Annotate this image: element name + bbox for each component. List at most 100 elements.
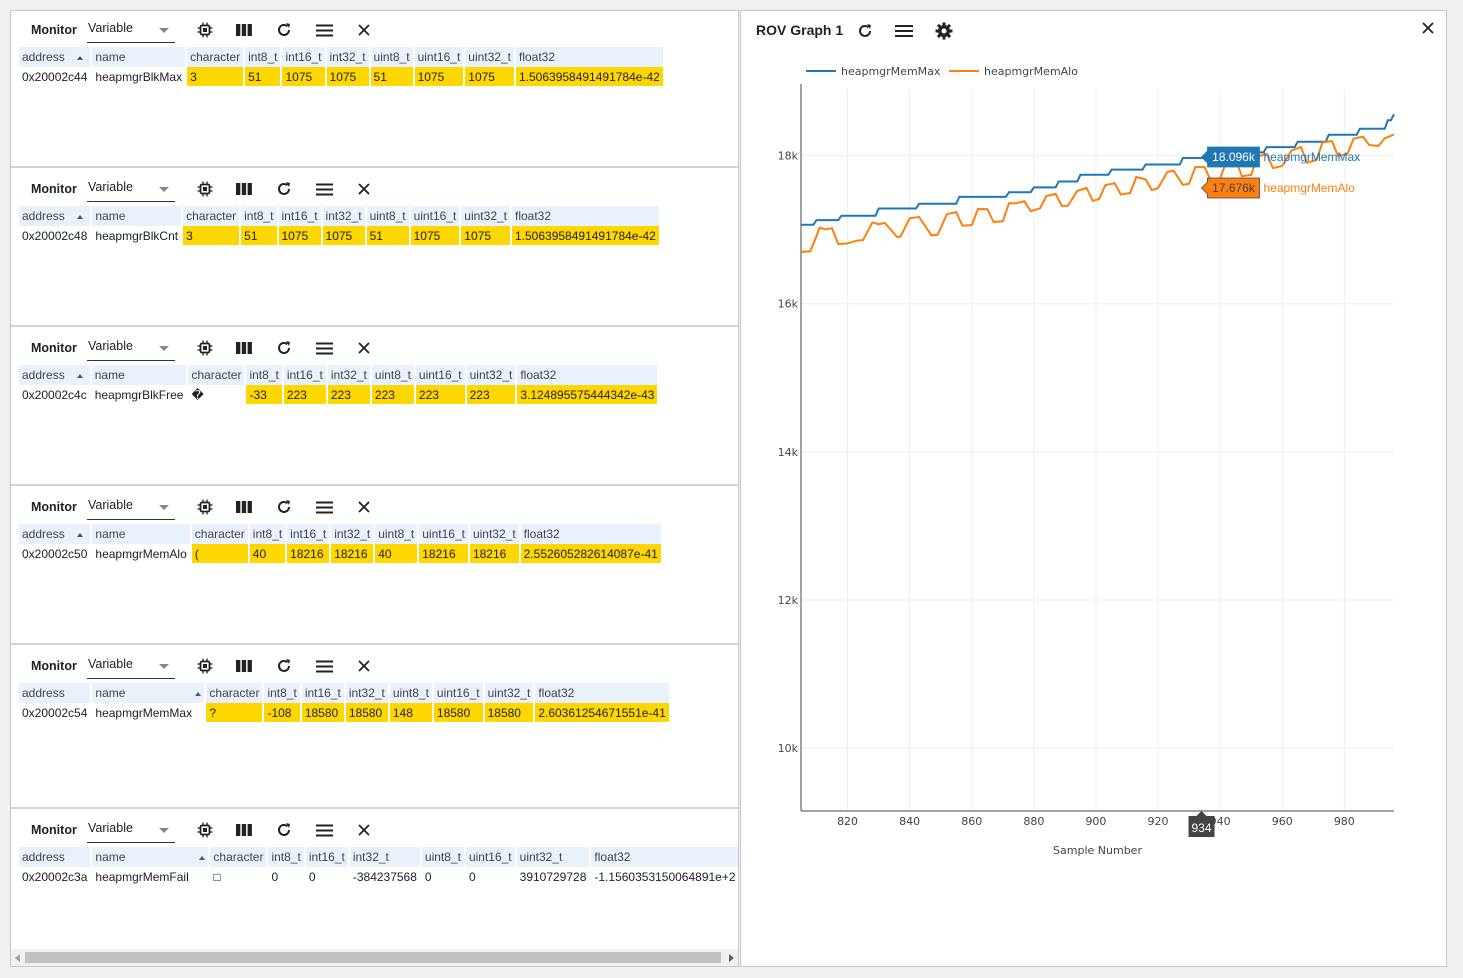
column-header-int8-t[interactable]: int8_t <box>249 524 286 544</box>
columns-button[interactable] <box>233 337 255 359</box>
close-button[interactable] <box>353 819 375 841</box>
column-header-uint16-t[interactable]: uint16_t <box>433 683 483 703</box>
scroll-left-arrow[interactable] <box>15 954 20 962</box>
close-button[interactable] <box>353 19 375 41</box>
view-select[interactable]: Variable <box>87 337 175 361</box>
column-header-int16-t[interactable]: int16_t <box>283 365 326 385</box>
refresh-button[interactable] <box>273 655 295 677</box>
menu-button[interactable] <box>313 819 335 841</box>
table-row[interactable]: 0x20002c54 heapmgrMemMax? -108 18580 18580 14… <box>19 703 669 722</box>
column-header-uint8-t[interactable]: uint8_t <box>421 847 464 867</box>
line-chart[interactable]: 820 840 860 880 900 920 940 960 98010k12k14k16k1… <box>741 11 1448 968</box>
column-header-uint32-t[interactable]: uint32_t <box>516 847 590 867</box>
column-header-int32-t[interactable]: int32_t <box>349 847 420 867</box>
refresh-button[interactable] <box>273 337 295 359</box>
column-header-uint16-t[interactable]: uint16_t <box>410 206 460 226</box>
column-header-name[interactable]: name <box>92 683 205 703</box>
column-header-character[interactable]: character <box>206 683 263 703</box>
menu-button[interactable] <box>313 496 335 518</box>
scroll-right-arrow[interactable] <box>729 954 734 962</box>
column-header-int8-t[interactable]: int8_t <box>245 47 281 67</box>
view-select[interactable]: Variable <box>87 496 175 520</box>
view-select[interactable]: Variable <box>87 819 175 843</box>
table-row[interactable]: 0x20002c44 heapmgrBlkMax 3 51 1075 1075 51 1075… <box>19 67 663 86</box>
table-row[interactable]: 0x20002c50 heapmgrMemAlo(40 18216 18216 40 18… <box>19 544 661 563</box>
column-header-address[interactable]: address <box>19 524 91 544</box>
scrollbar-thumb[interactable] <box>25 952 721 963</box>
column-header-address[interactable]: address <box>19 847 91 867</box>
column-header-int32-t[interactable]: int32_t <box>345 683 388 703</box>
columns-button[interactable] <box>233 178 255 200</box>
column-header-name[interactable]: name <box>92 47 186 67</box>
column-header-int8-t[interactable]: int8_t <box>264 683 300 703</box>
refresh-button[interactable] <box>273 496 295 518</box>
column-header-float32[interactable]: float32 <box>520 524 661 544</box>
column-header-address[interactable]: address <box>19 683 91 703</box>
close-button[interactable] <box>353 655 375 677</box>
refresh-button[interactable] <box>273 19 295 41</box>
column-header-character[interactable]: character <box>191 524 248 544</box>
legend-label[interactable]: heapmgrMemMax <box>841 65 941 78</box>
column-header-uint32-t[interactable]: uint32_t <box>469 524 519 544</box>
legend-label[interactable]: heapmgrMemAlo <box>984 65 1078 78</box>
column-header-int32-t[interactable]: int32_t <box>331 524 374 544</box>
chip-button[interactable] <box>194 178 216 200</box>
column-header-uint8-t[interactable]: uint8_t <box>366 206 409 226</box>
column-header-uint16-t[interactable]: uint16_t <box>415 365 465 385</box>
column-header-name[interactable]: name <box>92 524 190 544</box>
columns-button[interactable] <box>233 819 255 841</box>
series-line-heapmgrMemMax[interactable] <box>801 113 1395 226</box>
column-header-int16-t[interactable]: int16_t <box>301 683 344 703</box>
column-header-float32[interactable]: float32 <box>515 47 663 67</box>
column-header-uint16-t[interactable]: uint16_t <box>465 847 515 867</box>
view-select[interactable]: Variable <box>87 178 175 202</box>
column-header-address[interactable]: address <box>19 206 91 226</box>
column-header-float32[interactable]: float32 <box>535 683 669 703</box>
column-header-int16-t[interactable]: int16_t <box>287 524 330 544</box>
column-header-int16-t[interactable]: int16_t <box>282 47 325 67</box>
columns-button[interactable] <box>233 655 255 677</box>
horizontal-scrollbar[interactable] <box>11 949 738 966</box>
chip-button[interactable] <box>194 19 216 41</box>
column-header-uint8-t[interactable]: uint8_t <box>371 365 414 385</box>
column-header-uint16-t[interactable]: uint16_t <box>419 524 468 544</box>
refresh-button[interactable] <box>273 178 295 200</box>
menu-button[interactable] <box>313 337 335 359</box>
table-row[interactable]: 0x20002c48 heapmgrBlkCnt 3 51 1075 1075 51 1075… <box>19 226 659 245</box>
column-header-uint32-t[interactable]: uint32_t <box>466 365 516 385</box>
column-header-float32[interactable]: float32 <box>512 206 659 226</box>
table-row[interactable]: 0x20002c4c heapmgrBlkFree � -33 223 223 223 223… <box>19 385 658 404</box>
column-header-character[interactable]: character <box>188 365 245 385</box>
column-header-name[interactable]: name <box>92 847 209 867</box>
view-select[interactable]: Variable <box>87 655 175 679</box>
table-row[interactable]: 0x20002c3a heapmgrMemFail □ 0 0 -384237568 0 0 3… <box>19 867 738 886</box>
columns-button[interactable] <box>233 19 255 41</box>
menu-button[interactable] <box>313 655 335 677</box>
column-header-int8-t[interactable]: int8_t <box>241 206 277 226</box>
column-header-int32-t[interactable]: int32_t <box>327 365 370 385</box>
column-header-int8-t[interactable]: int8_t <box>268 847 304 867</box>
refresh-button[interactable] <box>273 819 295 841</box>
chip-button[interactable] <box>194 819 216 841</box>
column-header-float32[interactable]: float32 <box>517 365 658 385</box>
column-header-name[interactable]: name <box>92 206 182 226</box>
close-button[interactable] <box>353 496 375 518</box>
column-header-float32[interactable]: float32 <box>591 847 738 867</box>
column-header-name[interactable]: name <box>91 365 187 385</box>
column-header-uint32-t[interactable]: uint32_t <box>461 206 510 226</box>
chip-button[interactable] <box>194 337 216 359</box>
column-header-int32-t[interactable]: int32_t <box>326 47 369 67</box>
column-header-int16-t[interactable]: int16_t <box>305 847 348 867</box>
column-header-character[interactable]: character <box>210 847 267 867</box>
chip-button[interactable] <box>194 655 216 677</box>
column-header-int16-t[interactable]: int16_t <box>278 206 321 226</box>
column-header-character[interactable]: character <box>183 206 240 226</box>
menu-button[interactable] <box>313 19 335 41</box>
close-button[interactable] <box>353 178 375 200</box>
column-header-uint32-t[interactable]: uint32_t <box>484 683 534 703</box>
column-header-uint8-t[interactable]: uint8_t <box>370 47 413 67</box>
column-header-uint32-t[interactable]: uint32_t <box>465 47 514 67</box>
menu-button[interactable] <box>313 178 335 200</box>
column-header-int32-t[interactable]: int32_t <box>322 206 365 226</box>
column-header-uint8-t[interactable]: uint8_t <box>375 524 418 544</box>
